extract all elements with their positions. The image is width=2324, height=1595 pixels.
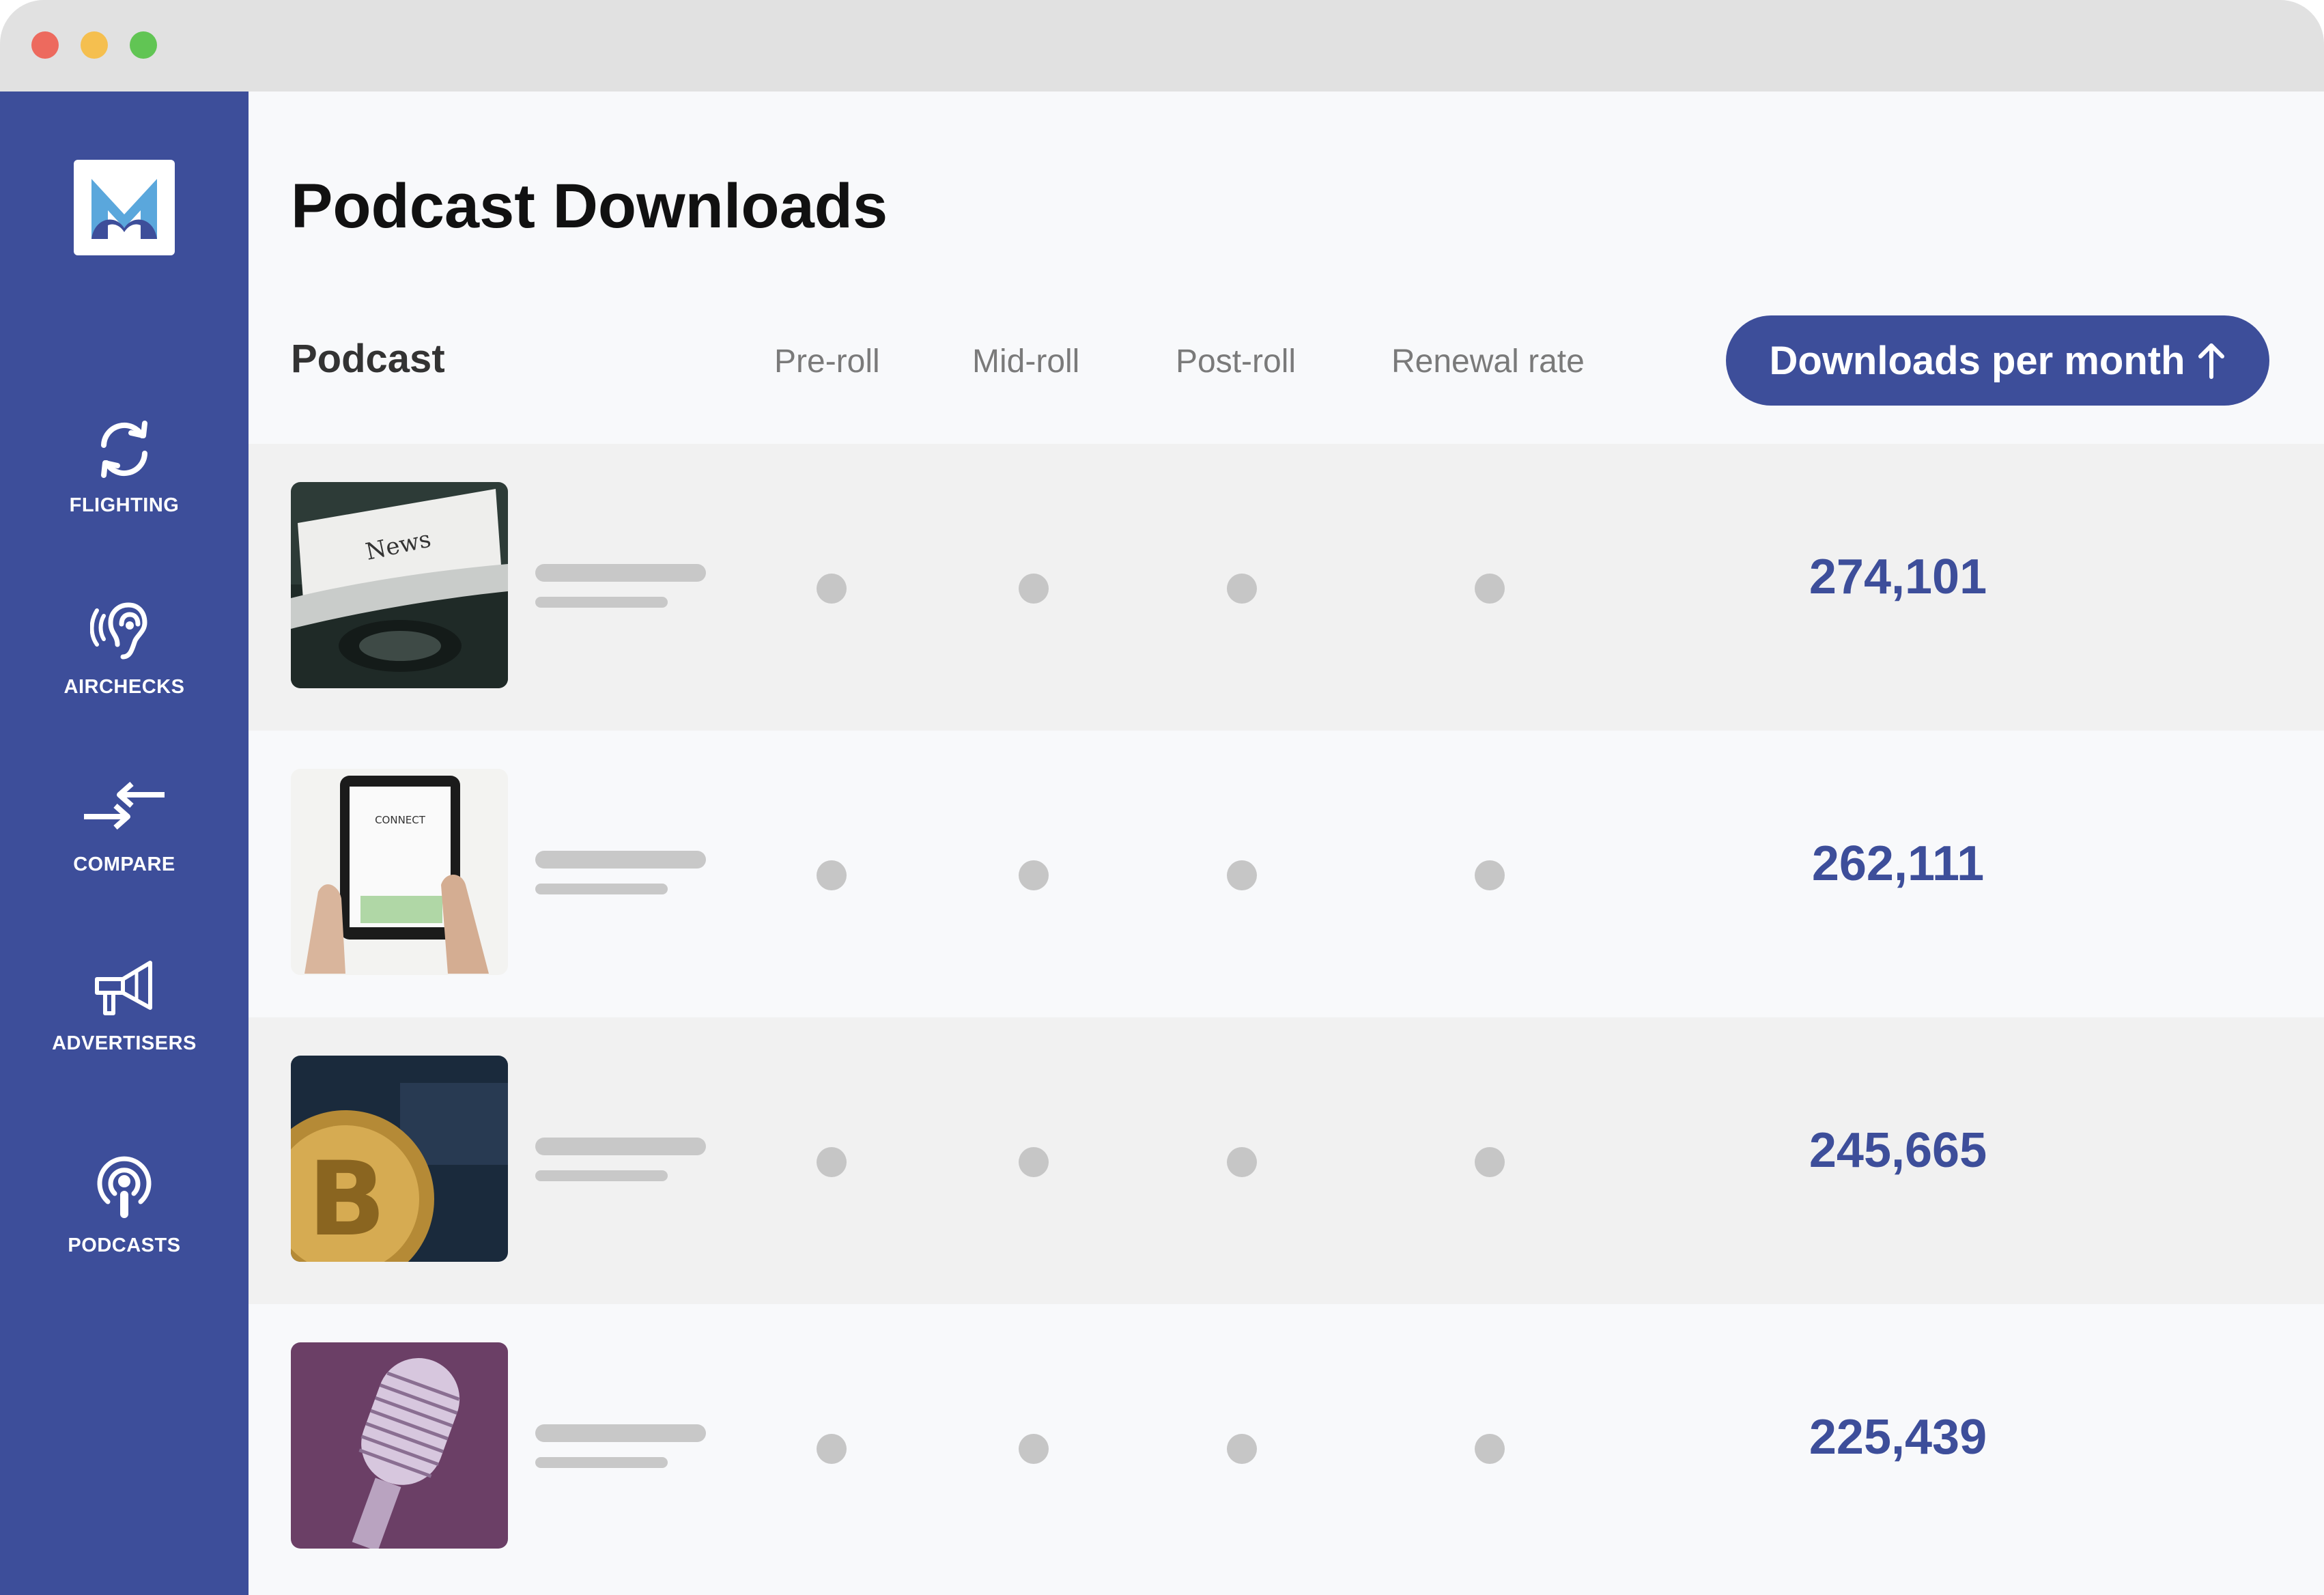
table-row[interactable]: B 245,665 <box>249 1017 2324 1304</box>
sidebar-item-advertisers[interactable]: ADVERTISERS <box>0 953 249 1055</box>
sort-downloads-button[interactable]: Downloads per month <box>1726 315 2269 406</box>
bitcoin-coin-image: B <box>291 1056 508 1262</box>
sidebar: FLIGHTING AIRCHECKS COMPARE ADVERTISERS … <box>0 91 249 1595</box>
renewal-indicator <box>1475 860 1505 890</box>
sidebar-item-label: PODCASTS <box>68 1234 181 1256</box>
renewal-indicator <box>1475 574 1505 604</box>
column-header-midroll[interactable]: Mid-roll <box>972 343 1079 380</box>
column-header-preroll[interactable]: Pre-roll <box>774 343 880 380</box>
sidebar-item-podcasts[interactable]: PODCASTS <box>0 1148 249 1257</box>
refresh-icon <box>101 421 147 478</box>
column-header-postroll[interactable]: Post-roll <box>1176 343 1296 380</box>
main-content: Podcast Downloads Podcast Pre-roll Mid-r… <box>249 91 2324 1595</box>
podcast-icon <box>97 1156 152 1218</box>
sidebar-item-airchecks[interactable]: AIRCHECKS <box>0 597 249 698</box>
downloads-value: 245,665 <box>1809 1123 1987 1178</box>
column-header-podcast[interactable]: Podcast <box>291 336 445 382</box>
sidebar-item-flighting[interactable]: FLIGHTING <box>0 415 249 517</box>
midroll-indicator <box>1019 860 1049 890</box>
ear-icon <box>90 602 147 660</box>
midroll-indicator <box>1019 1147 1049 1177</box>
postroll-indicator <box>1227 574 1257 604</box>
table-row[interactable]: News 274,101 <box>249 444 2324 731</box>
close-window-button[interactable] <box>31 31 59 59</box>
app-window: FLIGHTING AIRCHECKS COMPARE ADVERTISERS … <box>0 0 2324 1595</box>
table-row[interactable]: 225,439 <box>249 1304 2324 1591</box>
brand-logo[interactable] <box>74 160 175 255</box>
minimize-window-button[interactable] <box>81 31 108 59</box>
podcast-title-placeholder <box>535 1138 706 1155</box>
title-bar <box>0 0 2324 91</box>
megaphone-icon <box>95 961 152 1015</box>
svg-text:CONNECT: CONNECT <box>375 814 426 826</box>
table-row[interactable]: CONNECT 262,111 <box>249 731 2324 1017</box>
downloads-value: 262,111 <box>1811 836 1985 891</box>
midroll-indicator <box>1019 574 1049 604</box>
downloads-value: 274,101 <box>1809 550 1987 604</box>
sidebar-item-label: FLIGHTING <box>69 494 180 516</box>
preroll-indicator <box>817 860 847 890</box>
sidebar-item-compare[interactable]: COMPARE <box>0 774 249 876</box>
podcast-subtitle-placeholder <box>535 1457 668 1468</box>
podcast-subtitle-placeholder <box>535 1170 668 1181</box>
maximize-window-button[interactable] <box>130 31 157 59</box>
sidebar-item-label: COMPARE <box>73 853 175 875</box>
downloads-value: 225,439 <box>1809 1410 1987 1465</box>
podcast-title-placeholder <box>535 851 706 869</box>
podcast-subtitle-placeholder <box>535 884 668 894</box>
preroll-indicator <box>817 1434 847 1464</box>
column-header-renewal-rate[interactable]: Renewal rate <box>1391 343 1585 380</box>
preroll-indicator <box>817 1147 847 1177</box>
renewal-indicator <box>1475 1147 1505 1177</box>
podcast-title-placeholder <box>535 1424 706 1442</box>
podcast-subtitle-placeholder <box>535 597 668 608</box>
tablet-connect-image: CONNECT <box>291 769 508 975</box>
midroll-indicator <box>1019 1434 1049 1464</box>
sidebar-item-label: ADVERTISERS <box>52 1032 197 1054</box>
podcast-title-placeholder <box>535 564 706 582</box>
svg-text:B: B <box>308 1140 386 1259</box>
compare-arrows-icon <box>84 782 165 830</box>
arrow-up-icon <box>2198 343 2224 379</box>
renewal-indicator <box>1475 1434 1505 1464</box>
typewriter-news-image: News <box>291 482 508 688</box>
sidebar-item-label: AIRCHECKS <box>63 676 185 698</box>
postroll-indicator <box>1227 860 1257 890</box>
page-title: Podcast Downloads <box>291 171 888 241</box>
microphone-image <box>291 1342 508 1549</box>
postroll-indicator <box>1227 1434 1257 1464</box>
preroll-indicator <box>817 574 847 604</box>
sort-button-label: Downloads per month <box>1769 338 2185 383</box>
postroll-indicator <box>1227 1147 1257 1177</box>
brand-m-logo-icon <box>91 179 157 239</box>
